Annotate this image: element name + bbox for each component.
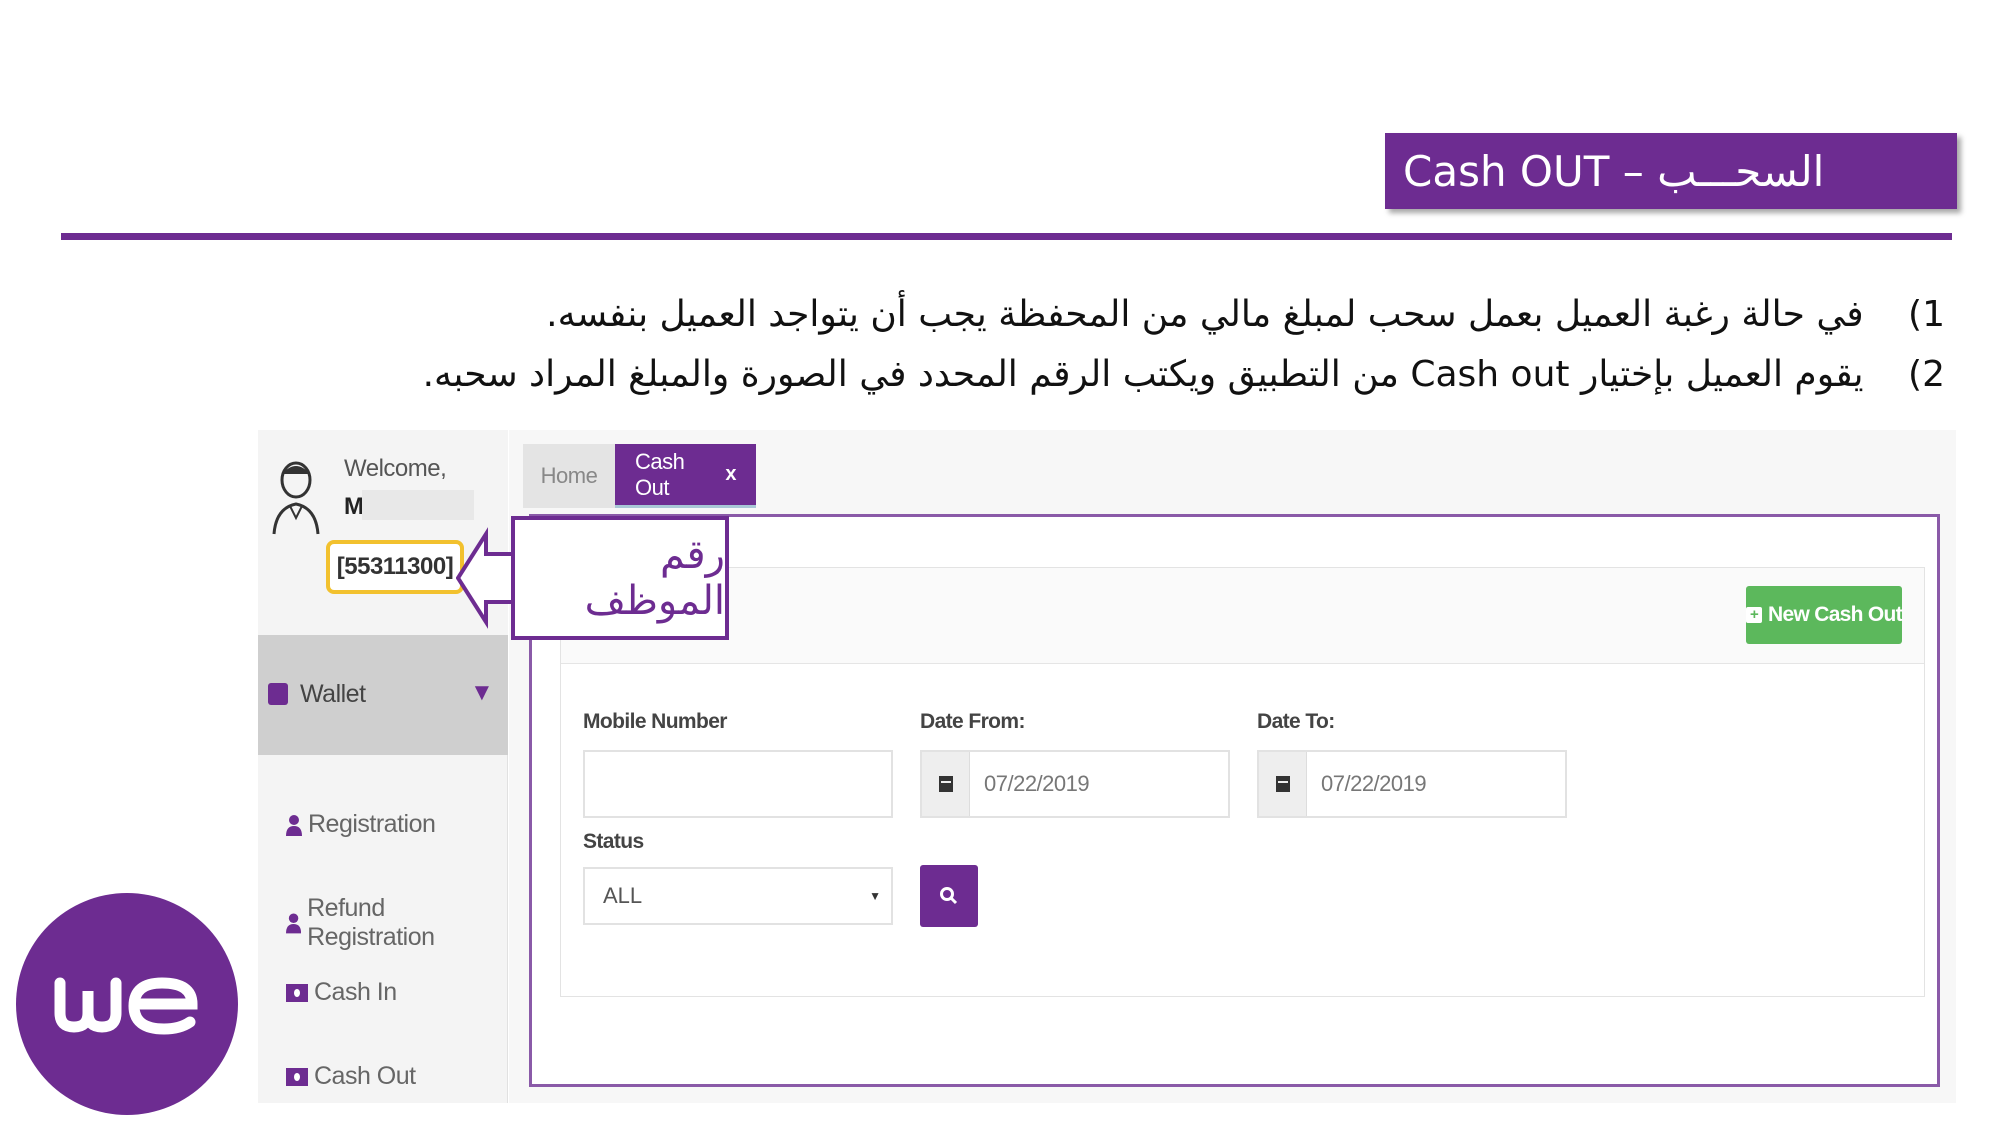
date-to-input[interactable]: 07/22/2019: [1257, 750, 1567, 818]
title-divider: [61, 233, 1952, 240]
status-select[interactable]: ALL ▼: [583, 867, 893, 925]
date-from-label: Date From:: [920, 710, 1025, 733]
mobile-number-input[interactable]: [583, 750, 893, 818]
name-redaction: [362, 490, 474, 520]
sidebar-item-wallet[interactable]: Wallet ▼: [258, 635, 508, 755]
caret-down-icon: ▼: [470, 679, 494, 706]
tab-bar: Home Cash Out x: [523, 444, 756, 508]
instruction-1: 1) في حالة رغبة العميل بعمل سحب لمبلغ ما…: [546, 294, 1945, 335]
calendar-icon: [1275, 776, 1290, 792]
sidebar-item-registration[interactable]: Registration: [286, 810, 436, 839]
plus-icon: +: [1746, 607, 1763, 623]
close-tab-icon[interactable]: x: [725, 463, 736, 486]
we-logo-mark: [54, 977, 198, 1035]
user-name: M: [344, 493, 364, 520]
money-icon: [286, 983, 308, 1002]
card-header: + New Cash Out: [561, 568, 1924, 664]
user-icon: [286, 913, 302, 934]
date-from-input[interactable]: 07/22/2019: [920, 750, 1230, 818]
calendar-addon: [1259, 752, 1307, 816]
wallet-label: Wallet: [300, 680, 366, 708]
slide-title: Cash OUT – السحـــب: [1385, 133, 1957, 209]
search-form-card: + New Cash Out Mobile Number Date From: …: [560, 567, 1925, 997]
new-cash-out-button[interactable]: + New Cash Out: [1746, 586, 1903, 644]
money-icon: [286, 1067, 308, 1086]
search-icon: [940, 887, 958, 905]
sidebar-item-cash-out[interactable]: Cash Out: [286, 1062, 416, 1091]
we-logo: [16, 893, 238, 1115]
search-button[interactable]: [920, 865, 978, 927]
employee-id-badge: [55311300]: [326, 540, 464, 594]
user-icon: [286, 814, 302, 836]
sidebar-item-refund-registration[interactable]: Refund Registration: [286, 894, 507, 952]
instructions-list: 1) في حالة رغبة العميل بعمل سحب لمبلغ ما…: [245, 285, 1945, 405]
sidebar-item-cash-in[interactable]: Cash In: [286, 978, 397, 1007]
cash-out-panel: + New Cash Out Mobile Number Date From: …: [529, 514, 1940, 1087]
welcome-text: Welcome,: [344, 455, 447, 482]
mobile-number-label: Mobile Number: [583, 710, 727, 733]
employee-id-callout: رقم الموظف: [511, 516, 729, 640]
avatar-icon: [272, 461, 320, 535]
date-to-label: Date To:: [1257, 710, 1335, 733]
calendar-icon: [938, 776, 953, 792]
select-caret-icon: ▼: [869, 889, 881, 903]
calendar-addon: [922, 752, 970, 816]
wallet-icon: [268, 683, 288, 705]
tab-cash-out[interactable]: Cash Out x: [615, 444, 756, 508]
status-label: Status: [583, 830, 644, 853]
instruction-2: 2) يقوم العميل بإختيار Cash out من التطب…: [422, 354, 1945, 395]
tab-home[interactable]: Home: [523, 444, 615, 508]
